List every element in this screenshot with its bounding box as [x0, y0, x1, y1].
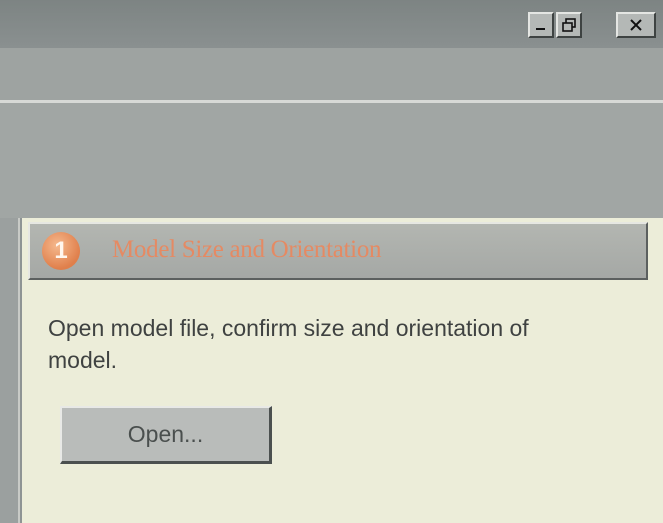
- step-number-badge: 1: [42, 232, 80, 270]
- close-button[interactable]: [616, 12, 656, 38]
- minimize-button[interactable]: [528, 12, 554, 38]
- window-titlebar: [0, 0, 663, 48]
- step-panel: 1 Model Size and Orientation Open model …: [22, 218, 663, 523]
- open-button[interactable]: Open...: [60, 406, 272, 464]
- next-step-text: [48, 514, 568, 523]
- toolbar-area: [0, 48, 663, 100]
- step-header[interactable]: 1 Model Size and Orientation: [28, 222, 648, 280]
- left-panel-edge: [0, 218, 20, 523]
- maximize-button[interactable]: [556, 12, 582, 38]
- close-icon: [630, 19, 642, 31]
- workspace-area: [0, 103, 663, 218]
- step-title: Model Size and Orientation: [112, 236, 382, 263]
- minimize-icon: [536, 28, 545, 30]
- maximize-icon: [562, 18, 576, 32]
- step-description: Open model file, confirm size and orient…: [48, 315, 529, 373]
